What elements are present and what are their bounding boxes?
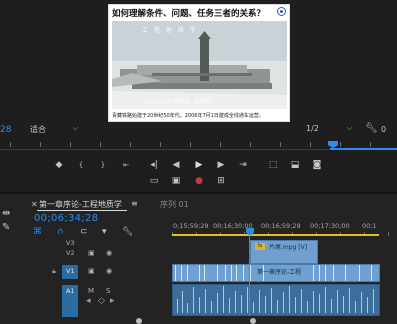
- track-name: V2: [66, 249, 75, 257]
- work-area-bar[interactable]: [172, 234, 379, 236]
- slide-target-icon: [277, 7, 286, 16]
- lock-icon[interactable]: 🔒︎: [52, 267, 56, 276]
- clip-label: 第一章序论-工程: [257, 269, 302, 276]
- extract-icon[interactable]: ⬓: [289, 160, 301, 171]
- sync-lock-icon[interactable]: ▣: [88, 249, 95, 257]
- video-caption: 青藏铁路始建于20世纪50年代，2006年7月1日建成全线通车运营。: [112, 113, 264, 119]
- sequence-playhead-line: [249, 236, 250, 316]
- timeline-horizontal-scrollbar[interactable]: [28, 318, 397, 324]
- marker-icon[interactable]: ◆: [53, 160, 65, 171]
- zoom-fit-label: 适合: [30, 125, 46, 134]
- program-duration-timecode: 0: [381, 125, 387, 134]
- railway-station-illustration: [112, 21, 287, 109]
- close-icon[interactable]: ✕: [31, 200, 38, 209]
- timeline-ruler[interactable]: 0;15;59;29 00;16;30;00 00;16;59;29 00;17…: [172, 214, 397, 236]
- eye-icon[interactable]: ◉: [106, 267, 112, 275]
- step-forward-frame-icon[interactable]: ▶: [215, 160, 227, 171]
- video-slide-title: 如何理解条件、问题、任务三者的关系？: [112, 9, 266, 19]
- chevron-down-icon: ⌵: [72, 124, 78, 132]
- record-icon[interactable]: ●: [193, 176, 205, 187]
- play-icon[interactable]: ▶: [193, 160, 205, 171]
- ruler-label: 00;17;30;00: [310, 222, 350, 230]
- ruler-label: 0;15;59;29: [173, 222, 209, 230]
- video-overlay-title: 工 程 地 质 学: [142, 27, 198, 34]
- program-timecode[interactable]: 28: [0, 125, 11, 135]
- mark-in-icon[interactable]: {: [75, 160, 87, 171]
- solo-icon[interactable]: S: [106, 287, 110, 295]
- ruler-label: 00;16;59;29: [261, 222, 301, 230]
- wrench-icon[interactable]: 🔧︎: [365, 123, 378, 134]
- camera-icon[interactable]: ◙: [311, 160, 323, 171]
- mute-icon[interactable]: M: [88, 287, 94, 295]
- keyframe-next-icon[interactable]: ▸: [110, 296, 115, 306]
- ripple-edit-icon[interactable]: ⇹: [2, 208, 10, 219]
- multi-camera-icon[interactable]: ⊞: [215, 176, 227, 187]
- eye-icon[interactable]: ◉: [106, 249, 112, 257]
- clip-v1-main[interactable]: 第一章序论-工程: [172, 264, 380, 282]
- pen-tool-icon[interactable]: ✎: [2, 222, 10, 233]
- clip-label: 片尾.mpg [V]: [269, 244, 308, 251]
- video-overlay-credit: © 2022 JGU 平台数据 · 版权所有: [144, 100, 213, 105]
- chevron-down-icon: ⌵: [346, 124, 352, 132]
- tools-panel: ⇹ ✎: [0, 200, 26, 324]
- lift-icon[interactable]: ⬚: [267, 160, 279, 171]
- active-tab-indicator: [37, 210, 127, 211]
- step-back-frame-icon[interactable]: ◀: [170, 160, 182, 171]
- sync-lock-icon[interactable]: ▣: [88, 267, 95, 275]
- track-header-v1: 🔒︎ V1 ▣ ◉: [34, 264, 172, 280]
- scrollbar-right-handle[interactable]: [250, 318, 256, 324]
- clip-v2-ending[interactable]: fx 片尾.mpg [V]: [250, 240, 318, 264]
- resolution-select[interactable]: 1/2 ⌵: [306, 124, 354, 136]
- resolution-label: 1/2: [306, 124, 319, 133]
- video-scene-image: 工 程 地 质 学 © 2022 JGU 平台数据 · 版权所有: [112, 21, 287, 109]
- video-preview-frame: 如何理解条件、问题、任务三者的关系？ 工 程 地 质 学 © 2022 JGU …: [108, 4, 290, 122]
- safe-margins-icon[interactable]: ▭: [148, 176, 160, 187]
- program-scrub-progress: [330, 148, 397, 150]
- fx-badge-icon: fx: [255, 243, 265, 250]
- sequence-tab-inactive[interactable]: 序列 01: [160, 199, 189, 210]
- keyframe-add-icon[interactable]: ◇: [98, 296, 105, 306]
- scrollbar-left-handle[interactable]: [136, 318, 142, 324]
- panel-divider[interactable]: [0, 192, 397, 194]
- keyframe-prev-icon[interactable]: ◂: [86, 296, 91, 306]
- go-to-in-icon[interactable]: ⇤: [120, 160, 132, 171]
- sequence-tab-active[interactable]: 第一章序论-工程地质学: [39, 199, 122, 210]
- zoom-fit-select[interactable]: 适合 ⌵: [30, 124, 80, 136]
- comparison-view-icon[interactable]: ▣: [170, 176, 182, 187]
- clip-a1-audio[interactable]: [172, 284, 380, 316]
- step-back-icon[interactable]: ◂|: [148, 160, 160, 171]
- track-header-v2: V2 ▣ ◉: [34, 246, 172, 262]
- go-to-out-icon[interactable]: ⇥: [237, 160, 249, 171]
- tab-menu-icon[interactable]: ≡: [131, 199, 138, 208]
- mark-out-icon[interactable]: }: [97, 160, 109, 171]
- track-name: A1: [66, 287, 75, 295]
- sequence-timecode[interactable]: 00;06;34;28: [34, 213, 98, 224]
- track-name: V1: [66, 267, 75, 275]
- ruler-label: 00;1: [362, 222, 377, 230]
